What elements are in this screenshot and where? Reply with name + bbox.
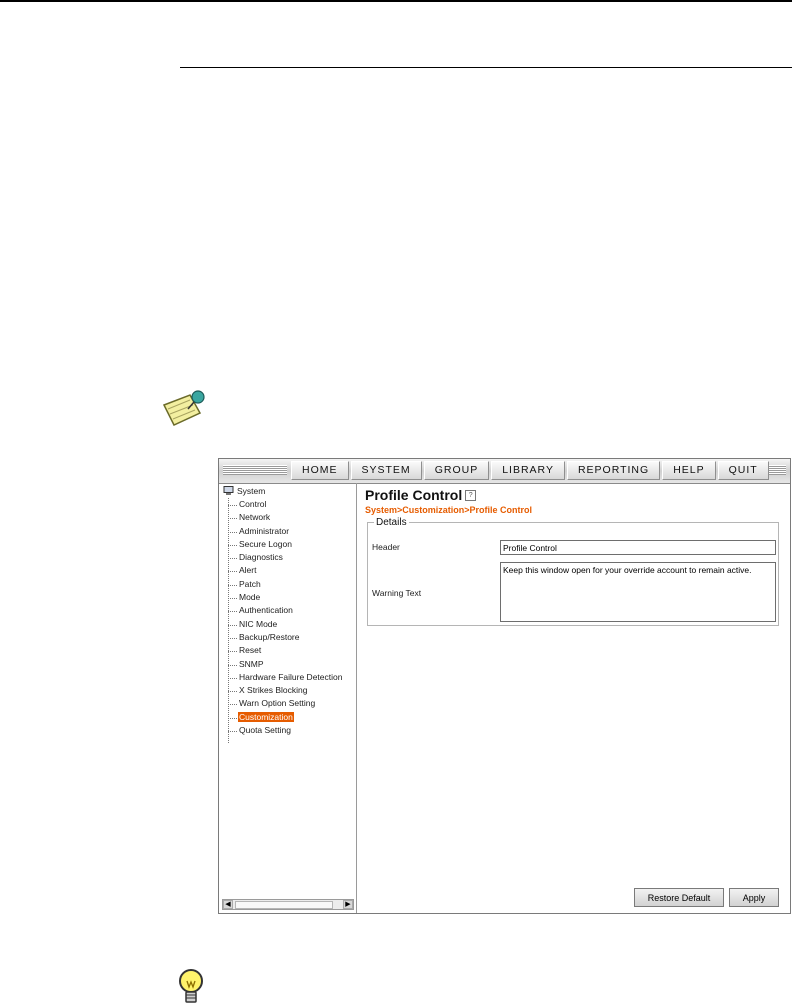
- app-screenshot: HOME SYSTEM GROUP LIBRARY REPORTING HELP…: [218, 458, 791, 914]
- header-label: Header: [372, 542, 400, 552]
- tree-item-authentication[interactable]: Authentication: [227, 604, 343, 617]
- details-group: Details Header Warning Text Keep this wi…: [367, 517, 779, 626]
- tree-item-diagnostics[interactable]: Diagnostics: [227, 551, 343, 564]
- tree-item-patch[interactable]: Patch: [227, 578, 343, 591]
- restore-default-button[interactable]: Restore Default: [634, 888, 724, 907]
- tree-item-warn-option-setting[interactable]: Warn Option Setting: [227, 697, 343, 710]
- computer-icon: [223, 486, 234, 495]
- tree-item-quota-setting[interactable]: Quota Setting: [227, 724, 343, 737]
- tree-item-secure-logon[interactable]: Secure Logon: [227, 538, 343, 551]
- content-pane: Profile Control ? System>Customization>P…: [361, 483, 790, 913]
- scroll-thumb[interactable]: [235, 901, 333, 909]
- tree-root[interactable]: System: [223, 486, 265, 496]
- top-rule: [0, 0, 792, 2]
- help-icon[interactable]: ?: [465, 489, 477, 501]
- tree-item-network[interactable]: Network: [227, 511, 343, 524]
- tree-item-control[interactable]: Control: [227, 498, 343, 511]
- warning-text-label: Warning Text: [372, 588, 422, 598]
- apply-button[interactable]: Apply: [729, 888, 779, 907]
- menu-group[interactable]: GROUP: [423, 461, 490, 480]
- lightbulb-icon: [179, 969, 203, 1003]
- navigation-tree: System Control Network Administrator Sec…: [219, 483, 357, 913]
- breadcrumb: System>Customization>Profile Control: [365, 505, 533, 515]
- scroll-right-button[interactable]: ▶: [343, 900, 353, 909]
- warning-text-area[interactable]: Keep this window open for your override …: [500, 562, 776, 622]
- menu-bar: HOME SYSTEM GROUP LIBRARY REPORTING HELP…: [219, 459, 790, 484]
- menu-bar-texture-left: [223, 465, 287, 475]
- tree-item-backup-restore[interactable]: Backup/Restore: [227, 631, 343, 644]
- tree-item-administrator[interactable]: Administrator: [227, 525, 343, 538]
- tree-item-mode[interactable]: Mode: [227, 591, 343, 604]
- menu-home[interactable]: HOME: [291, 461, 349, 480]
- menu-library[interactable]: LIBRARY: [491, 461, 565, 480]
- page-title: Profile Control ?: [365, 487, 477, 503]
- details-legend: Details: [374, 517, 409, 528]
- tree-item-snmp[interactable]: SNMP: [227, 658, 343, 671]
- header-input[interactable]: [500, 540, 776, 555]
- menu-help[interactable]: HELP: [662, 461, 716, 480]
- tree-item-hardware-failure-detection[interactable]: Hardware Failure Detection: [227, 671, 343, 684]
- header-rule: [180, 67, 792, 68]
- note-pin-icon: [162, 390, 205, 426]
- menu-quit[interactable]: QUIT: [717, 461, 769, 480]
- tree-list: Control Network Administrator Secure Log…: [227, 498, 343, 737]
- menu-items: HOME SYSTEM GROUP LIBRARY REPORTING HELP…: [291, 461, 771, 480]
- tree-root-label: System: [237, 486, 266, 496]
- tree-item-x-strikes-blocking[interactable]: X Strikes Blocking: [227, 684, 343, 697]
- page-title-text: Profile Control: [365, 487, 463, 503]
- tree-item-nic-mode[interactable]: NIC Mode: [227, 618, 343, 631]
- menu-reporting[interactable]: REPORTING: [566, 461, 661, 480]
- tree-item-alert[interactable]: Alert: [227, 564, 343, 577]
- scroll-left-button[interactable]: ◀: [223, 900, 233, 909]
- tree-item-reset[interactable]: Reset: [227, 644, 343, 657]
- tree-horizontal-scrollbar[interactable]: ◀ ▶: [222, 899, 354, 910]
- menu-system[interactable]: SYSTEM: [350, 461, 422, 480]
- tree-item-customization[interactable]: Customization: [227, 711, 343, 724]
